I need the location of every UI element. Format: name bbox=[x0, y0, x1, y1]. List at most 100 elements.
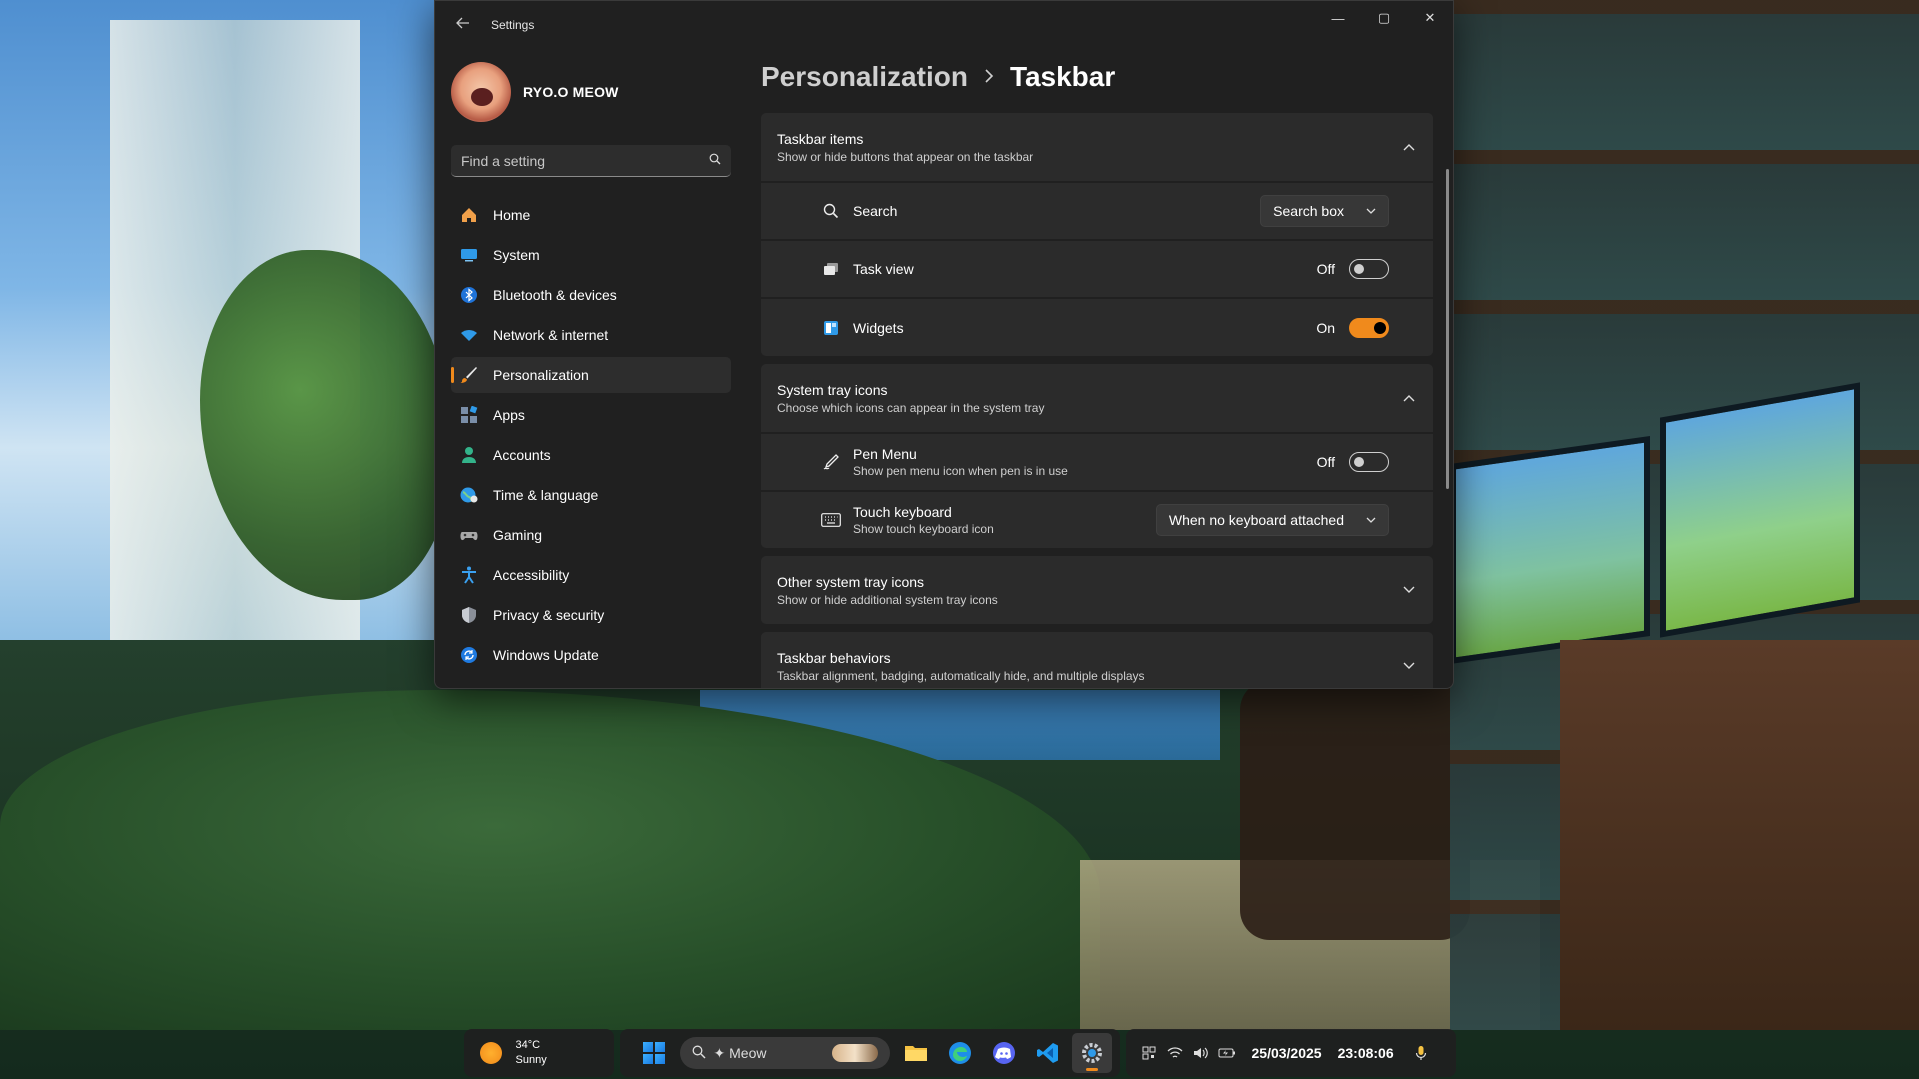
taskbar-search-text: ✦ Meow bbox=[713, 1044, 767, 1061]
breadcrumb: Personalization Taskbar bbox=[761, 49, 1453, 105]
close-button[interactable]: ✕ bbox=[1407, 1, 1453, 35]
tray-date[interactable]: 25/03/2025 bbox=[1252, 1045, 1322, 1061]
setting-label: Widgets bbox=[853, 319, 904, 336]
tray-time[interactable]: 23:08:06 bbox=[1338, 1045, 1394, 1061]
discord-icon bbox=[992, 1042, 1015, 1064]
search-highlight-image bbox=[831, 1044, 878, 1062]
main-content: Personalization Taskbar Taskbar items Sh… bbox=[761, 49, 1453, 688]
sidebar-item-label: Gaming bbox=[493, 527, 543, 543]
setting-description: Show touch keyboard icon bbox=[853, 522, 994, 536]
section-header-system-tray[interactable]: System tray icons Choose which icons can… bbox=[761, 364, 1433, 432]
sidebar-item-accessibility[interactable]: Accessibility bbox=[451, 557, 731, 593]
chevron-down-icon[interactable] bbox=[1401, 658, 1417, 674]
weather-temperature: 34°C bbox=[515, 1039, 541, 1051]
sidebar-item-network[interactable]: Network & internet bbox=[451, 317, 731, 353]
folder-icon bbox=[904, 1046, 927, 1061]
taskbar-vscode[interactable] bbox=[1028, 1033, 1068, 1073]
sidebar-item-label: Accounts bbox=[493, 447, 551, 463]
widgets-toggle-wrap: On bbox=[1316, 317, 1389, 338]
microphone-icon[interactable] bbox=[1410, 1042, 1432, 1064]
avatar bbox=[451, 62, 511, 122]
sidebar-item-windows-update[interactable]: Windows Update bbox=[451, 637, 731, 673]
globe-icon bbox=[459, 485, 479, 505]
maximize-button[interactable]: ▢ bbox=[1361, 1, 1407, 35]
search-icon bbox=[821, 201, 841, 221]
close-icon: ✕ bbox=[1424, 10, 1436, 25]
search-input[interactable] bbox=[461, 152, 709, 169]
sidebar-item-label: Personalization bbox=[493, 367, 589, 383]
sidebar-item-home[interactable]: Home bbox=[451, 197, 731, 233]
touch-keyboard-dropdown[interactable]: When no keyboard attached bbox=[1155, 504, 1389, 536]
taskbar-file-explorer[interactable] bbox=[896, 1033, 936, 1073]
widgets-toggle[interactable] bbox=[1349, 317, 1389, 338]
settings-list: Taskbar items Show or hide buttons that … bbox=[761, 113, 1433, 688]
touch-keyboard-dropdown-wrap: When no keyboard attached bbox=[1155, 504, 1389, 536]
sidebar: RYO.O MEOW Home System bbox=[435, 49, 745, 688]
chevron-up-icon[interactable] bbox=[1401, 390, 1417, 406]
minimize-button[interactable]: — bbox=[1315, 1, 1361, 35]
search-icon[interactable] bbox=[709, 152, 721, 170]
page-title: Taskbar bbox=[1009, 61, 1116, 92]
taskbar-search-box[interactable]: ✦ Meow bbox=[679, 1037, 890, 1069]
battery-icon[interactable] bbox=[1216, 1042, 1238, 1064]
sidebar-item-label: Windows Update bbox=[493, 647, 599, 663]
setting-description: Show pen menu icon when pen is in use bbox=[853, 464, 1068, 478]
taskbar-discord[interactable] bbox=[984, 1033, 1024, 1073]
user-profile[interactable]: RYO.O MEOW bbox=[435, 49, 745, 125]
taskbar: 34°C Sunny ✦ Meow 25/03/2025 23:08:06 bbox=[0, 1027, 1919, 1079]
chevron-right-icon bbox=[984, 66, 994, 89]
settings-search-box bbox=[451, 145, 731, 177]
system-icon bbox=[459, 245, 479, 265]
windows-logo-icon bbox=[642, 1042, 665, 1064]
apps-icon bbox=[459, 405, 479, 425]
minimize-icon: — bbox=[1331, 10, 1345, 26]
gear-icon bbox=[1081, 1043, 1102, 1063]
chevron-up-icon[interactable] bbox=[1401, 139, 1417, 155]
pen-menu-toggle[interactable] bbox=[1349, 452, 1389, 472]
wifi-icon bbox=[459, 325, 479, 345]
sidebar-item-personalization[interactable]: Personalization bbox=[451, 357, 731, 393]
toggle-state-label: On bbox=[1316, 319, 1335, 336]
section-header-taskbar-items[interactable]: Taskbar items Show or hide buttons that … bbox=[761, 113, 1433, 181]
sidebar-item-label: System bbox=[493, 247, 540, 263]
setting-row-widgets: Widgets On bbox=[761, 299, 1433, 356]
setting-row-task-view: Task view Off bbox=[761, 241, 1433, 297]
qr-icon[interactable] bbox=[1138, 1042, 1160, 1064]
toggle-knob bbox=[1354, 457, 1364, 467]
sidebar-item-time-language[interactable]: Time & language bbox=[451, 477, 731, 513]
sidebar-item-privacy[interactable]: Privacy & security bbox=[451, 597, 731, 633]
wallpaper-desk bbox=[1560, 640, 1919, 1030]
toggle-state-label: Off bbox=[1316, 454, 1335, 470]
section-title: Taskbar items bbox=[777, 130, 864, 147]
wallpaper-monitor-left bbox=[1450, 435, 1650, 665]
shield-icon bbox=[459, 605, 479, 625]
section-header-other-tray[interactable]: Other system tray icons Show or hide add… bbox=[761, 556, 1433, 624]
breadcrumb-parent[interactable]: Personalization bbox=[761, 61, 968, 93]
dropdown-value: When no keyboard attached bbox=[1168, 512, 1344, 528]
sidebar-item-apps[interactable]: Apps bbox=[451, 397, 731, 433]
sidebar-item-gaming[interactable]: Gaming bbox=[451, 517, 731, 553]
task-view-toggle[interactable] bbox=[1349, 259, 1389, 279]
sidebar-item-accounts[interactable]: Accounts bbox=[451, 437, 731, 473]
section-other-tray: Other system tray icons Show or hide add… bbox=[761, 556, 1433, 624]
chevron-down-icon[interactable] bbox=[1401, 582, 1417, 598]
wifi-icon[interactable] bbox=[1164, 1042, 1186, 1064]
section-header-taskbar-behaviors[interactable]: Taskbar behaviors Taskbar alignment, bad… bbox=[761, 632, 1433, 688]
volume-icon[interactable] bbox=[1190, 1042, 1212, 1064]
setting-label: Search bbox=[853, 203, 898, 219]
start-button[interactable] bbox=[634, 1033, 674, 1073]
window-controls: — ▢ ✕ bbox=[1315, 1, 1453, 35]
sidebar-item-bluetooth[interactable]: Bluetooth & devices bbox=[451, 277, 731, 313]
setting-row-touch-keyboard: Touch keyboard Show touch keyboard icon … bbox=[761, 492, 1433, 548]
taskbar-edge[interactable] bbox=[940, 1033, 980, 1073]
sidebar-item-system[interactable]: System bbox=[451, 237, 731, 273]
dropdown-value: Search box bbox=[1273, 203, 1344, 219]
task-view-icon bbox=[821, 259, 841, 279]
back-button[interactable] bbox=[443, 1, 483, 49]
setting-row-pen-menu: Pen Menu Show pen menu icon when pen is … bbox=[761, 434, 1433, 490]
weather-widget[interactable]: 34°C Sunny bbox=[463, 1029, 614, 1077]
scrollbar[interactable] bbox=[1446, 169, 1449, 489]
toggle-knob bbox=[1374, 321, 1386, 334]
taskbar-settings[interactable] bbox=[1071, 1033, 1112, 1073]
search-mode-dropdown[interactable]: Search box bbox=[1260, 195, 1389, 227]
